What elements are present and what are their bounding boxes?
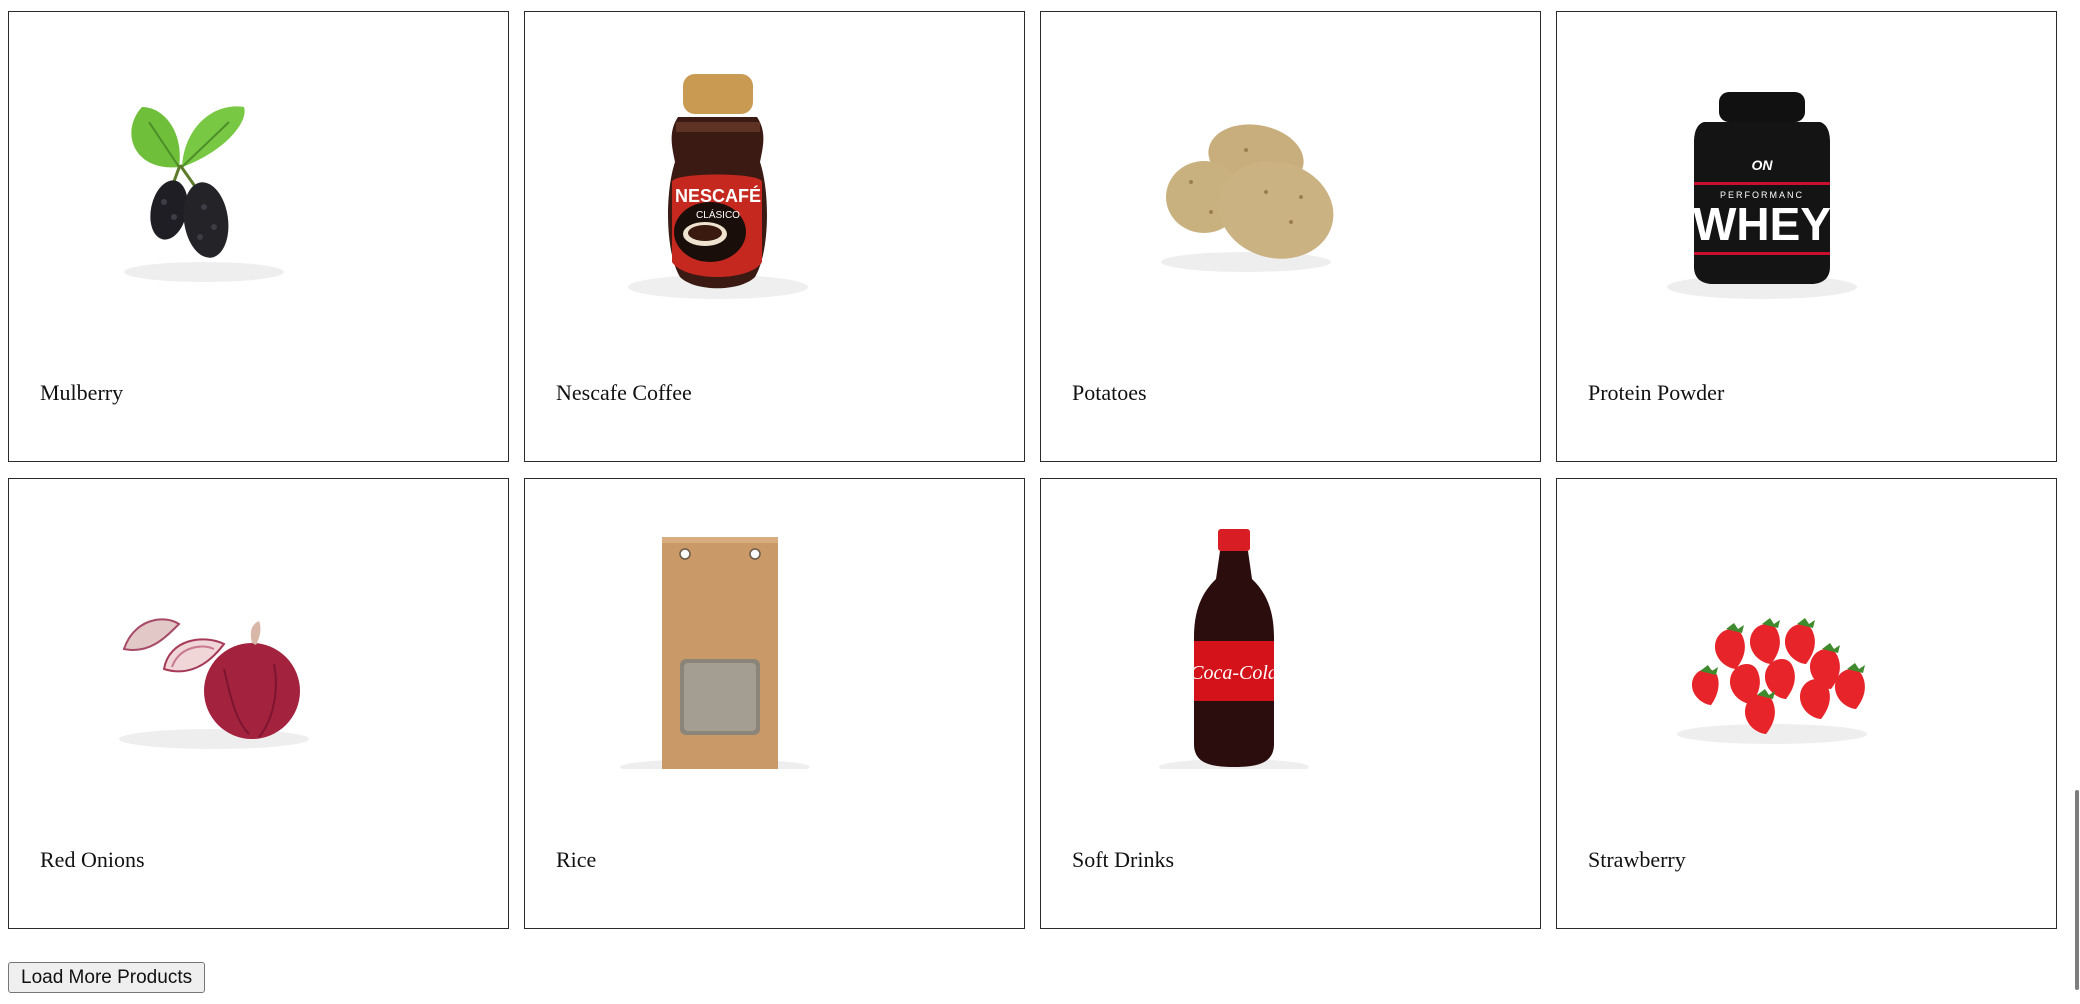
product-name: Mulberry bbox=[40, 380, 124, 405]
product-grid: Mulberry NESCAFÉ CLÁSICO Nescafe Coffee bbox=[8, 11, 2057, 929]
nescafe-brand-text: NESCAFÉ bbox=[674, 185, 760, 206]
product-name: Red Onions bbox=[40, 847, 145, 872]
product-name: Strawberry bbox=[1588, 847, 1686, 872]
product-card-mulberry[interactable]: Mulberry bbox=[8, 11, 509, 462]
load-more-products-button[interactable]: Load More Products bbox=[8, 962, 206, 993]
red-onion-icon bbox=[64, 529, 324, 769]
product-card-nescafe-coffee[interactable]: NESCAFÉ CLÁSICO Nescafe Coffee bbox=[524, 11, 1025, 462]
coffee-jar-icon: NESCAFÉ CLÁSICO bbox=[580, 62, 840, 302]
potatoes-icon bbox=[1096, 62, 1356, 302]
product-card-protein-powder[interactable]: ON PERFORMANC WHEY Protein Powder bbox=[1556, 11, 2057, 462]
product-card-soft-drinks[interactable]: Coca-Cola Soft Drinks bbox=[1040, 478, 1541, 929]
product-name: Rice bbox=[556, 847, 597, 872]
product-card-rice[interactable]: Rice bbox=[524, 478, 1025, 929]
soda-bottle-icon: Coca-Cola bbox=[1096, 529, 1356, 769]
product-card-red-onions[interactable]: Red Onions bbox=[8, 478, 509, 929]
scrollbar-thumb[interactable] bbox=[2075, 790, 2079, 990]
product-name: Soft Drinks bbox=[1072, 847, 1175, 872]
protein-logo-text: ON bbox=[1751, 157, 1773, 173]
product-name: Nescafe Coffee bbox=[556, 380, 692, 405]
strawberry-icon bbox=[1612, 529, 1872, 769]
page-scrollbar[interactable] bbox=[2074, 0, 2080, 1004]
product-name: Protein Powder bbox=[1588, 380, 1725, 405]
product-card-strawberry[interactable]: Strawberry bbox=[1556, 478, 2057, 929]
protein-tub-icon: ON PERFORMANC WHEY bbox=[1612, 62, 1872, 302]
product-name: Potatoes bbox=[1072, 380, 1147, 405]
protein-brand-text: WHEY bbox=[1693, 198, 1831, 250]
rice-bag-icon bbox=[580, 529, 840, 769]
product-card-potatoes[interactable]: Potatoes bbox=[1040, 11, 1541, 462]
nescafe-variant-text: CLÁSICO bbox=[696, 208, 740, 221]
soda-brand-text: Coca-Cola bbox=[1190, 662, 1278, 684]
mulberry-icon bbox=[64, 62, 324, 302]
